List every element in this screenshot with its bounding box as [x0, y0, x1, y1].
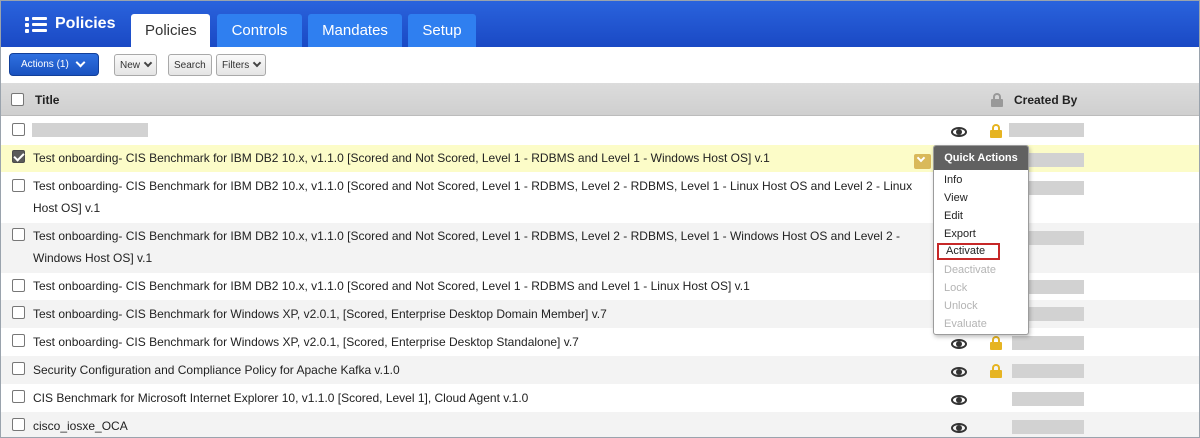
row-title[interactable]: CIS Benchmark for Microsoft Internet Exp… [33, 387, 923, 409]
row-checkbox[interactable] [12, 228, 25, 241]
menu-item-deactivate: Deactivate [944, 264, 996, 276]
menu-item-info[interactable]: Info [944, 172, 962, 188]
lock-icon [991, 93, 1003, 107]
list-icon [25, 16, 47, 33]
search-button[interactable]: Search [168, 54, 212, 76]
redacted-created-by [1012, 392, 1084, 406]
menu-item-export[interactable]: Export [944, 226, 976, 242]
tab-controls[interactable]: Controls [217, 14, 302, 47]
row-title[interactable]: Test onboarding- CIS Benchmark for IBM D… [33, 225, 923, 269]
redacted-created-by [1012, 336, 1084, 350]
row-checkbox[interactable] [12, 362, 25, 375]
menu-item-activate[interactable]: Activate [937, 243, 1000, 260]
toolbar: Actions (1) New Search Filters [1, 47, 1199, 83]
row-checkbox[interactable] [12, 390, 25, 403]
redacted-created-by [1029, 231, 1084, 245]
eye-icon[interactable] [951, 395, 967, 405]
eye-icon[interactable] [951, 367, 967, 377]
row-checkbox[interactable] [12, 334, 25, 347]
row-checkbox[interactable] [12, 123, 25, 136]
eye-icon[interactable] [951, 127, 967, 137]
row-title[interactable]: Test onboarding- CIS Benchmark for Windo… [33, 303, 923, 325]
menu-item-view[interactable]: View [944, 190, 968, 206]
lock-icon [990, 364, 1002, 378]
redacted-title [32, 123, 148, 137]
column-header-created-by[interactable]: Created By [1014, 93, 1077, 107]
redacted-created-by [1029, 153, 1084, 167]
menu-item-lock: Lock [944, 282, 968, 294]
actions-button[interactable]: Actions (1) [9, 53, 99, 76]
app-title-label: Policies [55, 15, 116, 32]
redacted-created-by [1009, 123, 1084, 137]
column-header-title[interactable]: Title [35, 93, 59, 107]
lock-icon [990, 124, 1002, 138]
table-row[interactable]: Security Configuration and Compliance Po… [1, 356, 1199, 384]
tab-mandates[interactable]: Mandates [308, 14, 402, 47]
search-button-label: Search [174, 59, 206, 71]
new-button-label: New [120, 59, 141, 71]
row-checkbox[interactable] [12, 179, 25, 192]
row-title[interactable]: cisco_iosxe_OCA [33, 415, 923, 437]
new-button[interactable]: New [114, 54, 158, 76]
table-header: Title Created By [1, 83, 1199, 116]
eye-icon[interactable] [951, 423, 967, 433]
tab-setup[interactable]: Setup [408, 14, 476, 47]
filters-button[interactable]: Filters [216, 54, 267, 76]
redacted-created-by [1029, 181, 1084, 195]
filters-button-label: Filters [222, 59, 250, 71]
row-title[interactable]: Test onboarding- CIS Benchmark for Windo… [33, 331, 923, 353]
row-title[interactable]: Test onboarding- CIS Benchmark for IBM D… [33, 147, 923, 169]
row-checkbox[interactable] [12, 306, 25, 319]
menu-item-unlock: Unlock [944, 300, 978, 312]
menu-item-evaluate: Evaluate [944, 318, 987, 330]
quick-actions-menu: Quick Actions Info View Edit Export Acti… [933, 145, 1029, 335]
quick-actions-toggle[interactable] [914, 153, 931, 169]
table-row[interactable] [1, 117, 1199, 144]
tab-policies[interactable]: Policies [131, 14, 210, 47]
row-checkbox[interactable] [12, 150, 25, 163]
redacted-created-by [1012, 364, 1084, 378]
eye-icon[interactable] [951, 339, 967, 349]
redacted-created-by [1012, 420, 1084, 434]
redacted-created-by [1029, 280, 1084, 294]
menu-item-edit[interactable]: Edit [944, 208, 963, 224]
row-title[interactable]: Security Configuration and Compliance Po… [33, 359, 923, 381]
actions-button-label: Actions (1) [21, 59, 69, 70]
table-row[interactable]: CIS Benchmark for Microsoft Internet Exp… [1, 384, 1199, 412]
row-checkbox[interactable] [12, 418, 25, 431]
row-checkbox[interactable] [12, 279, 25, 292]
quick-actions-title: Quick Actions [934, 146, 1028, 170]
chevron-down-icon [916, 153, 926, 163]
lock-icon [990, 336, 1002, 350]
chevron-down-icon [75, 57, 86, 68]
select-all-checkbox[interactable] [11, 93, 24, 106]
app-window: Policies Policies Controls Mandates Setu… [0, 0, 1200, 438]
app-title: Policies [25, 15, 115, 33]
chevron-down-icon [252, 58, 262, 68]
row-title[interactable]: Test onboarding- CIS Benchmark for IBM D… [33, 275, 923, 297]
top-nav-bar: Policies Policies Controls Mandates Setu… [1, 1, 1199, 47]
row-title[interactable]: Test onboarding- CIS Benchmark for IBM D… [33, 175, 923, 219]
table-row[interactable]: cisco_iosxe_OCA [1, 412, 1199, 437]
redacted-created-by [1029, 307, 1084, 321]
chevron-down-icon [143, 58, 153, 68]
